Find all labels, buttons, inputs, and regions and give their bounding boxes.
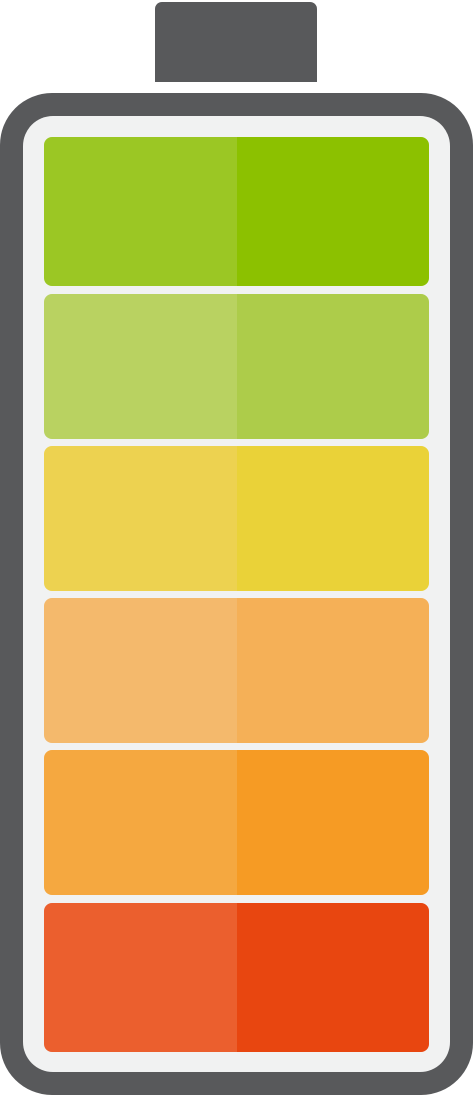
charge-cell-2 [44,294,429,439]
charge-cell-1-left [44,137,237,286]
charge-cell-1 [44,137,429,286]
battery-interior [23,116,450,1072]
charge-cell-4-right [236,598,429,743]
charge-cell-3-left [44,446,237,591]
charge-cell-2-left [44,294,237,439]
charge-cell-6 [44,903,429,1052]
charge-cell-6-right [236,903,429,1052]
charge-cell-4 [44,598,429,743]
battery-terminal-cap [155,2,317,82]
charge-cell-2-right [236,294,429,439]
battery-icon [0,93,473,1095]
charge-cell-5-left [44,750,237,895]
charge-cell-1-right [236,137,429,286]
charge-cell-3 [44,446,429,591]
charge-cell-6-left [44,903,237,1052]
charge-cell-5 [44,750,429,895]
charge-cell-5-right [236,750,429,895]
charge-cell-4-left [44,598,237,743]
charge-cell-3-right [236,446,429,591]
